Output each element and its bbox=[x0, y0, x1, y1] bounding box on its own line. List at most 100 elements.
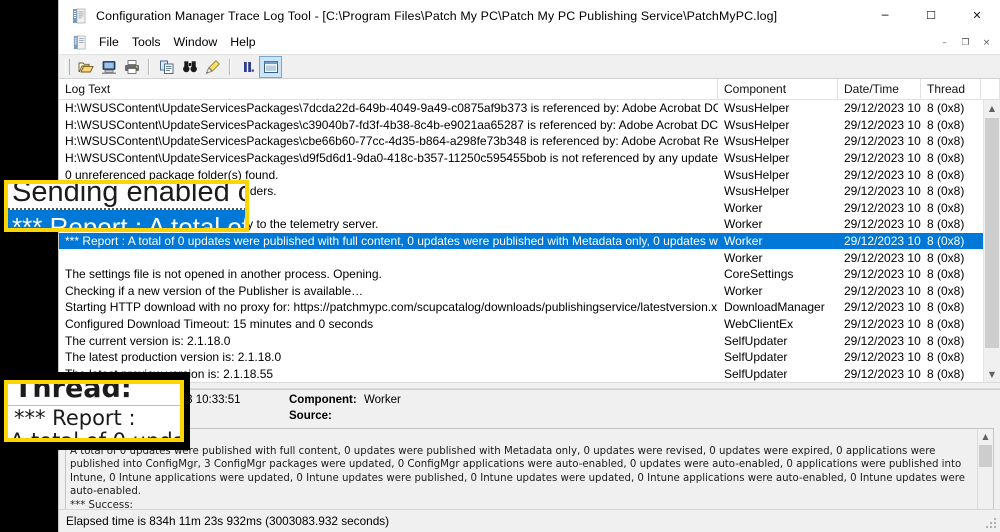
table-row[interactable]: The latest production version is: 2.1.18… bbox=[59, 349, 1000, 366]
mdi-restore-button[interactable]: ❐ bbox=[955, 33, 976, 52]
table-row[interactable]: Configured Download Timeout: 15 minutes … bbox=[59, 316, 1000, 333]
title-bar: Configuration Manager Trace Log Tool - [… bbox=[59, 0, 1000, 31]
cmtrace-window: Configuration Manager Trace Log Tool - [… bbox=[58, 0, 1000, 532]
cell-thread: 8 (0x8) bbox=[927, 317, 965, 332]
column-header-datetime[interactable]: Date/Time bbox=[838, 79, 921, 100]
copy-icon[interactable] bbox=[155, 56, 178, 78]
cell-thread: 8 (0x8) bbox=[927, 350, 965, 365]
cell-log: H:\WSUSContent\UpdateServicesPackages\cb… bbox=[65, 134, 718, 149]
menu-bar: File Tools Window Help – ❐ × bbox=[59, 31, 1000, 54]
cell-log: The current version is: 2.1.18.0 bbox=[65, 333, 231, 348]
cell-component: DownloadManager bbox=[724, 300, 825, 315]
table-row[interactable]: The current version is: 2.1.18.0 SelfUpda… bbox=[59, 332, 1000, 349]
detail-component-label: Component: bbox=[289, 394, 357, 406]
cell-component: Worker bbox=[724, 250, 763, 265]
cell-log: The settings file is not opened in anoth… bbox=[65, 267, 382, 282]
cell-datetime: 29/12/2023 10:33 bbox=[844, 234, 921, 249]
table-row[interactable]: Starting HTTP download with no proxy for… bbox=[59, 299, 1000, 316]
status-text: Elapsed time is 834h 11m 23s 932ms (3003… bbox=[66, 514, 390, 528]
scroll-up-arrow[interactable]: ▲ bbox=[984, 100, 1000, 116]
table-row[interactable]: H:\WSUSContent\UpdateServicesPackages\c3… bbox=[59, 117, 1000, 134]
mdi-minimize-button[interactable]: – bbox=[934, 33, 955, 52]
highlight-icon[interactable] bbox=[201, 56, 224, 78]
cell-component: SelfUpdater bbox=[724, 333, 788, 348]
cell-log: The latest production version is: 2.1.18… bbox=[65, 350, 282, 365]
pane-splitter[interactable] bbox=[59, 382, 1000, 389]
caption-buttons: ─ ☐ ✕ bbox=[862, 0, 1000, 31]
cell-log: H:\WSUSContent\UpdateServicesPackages\c3… bbox=[65, 117, 718, 132]
cell-thread: 8 (0x8) bbox=[927, 167, 965, 182]
magnifier-bottom-line3: A total of 0 upda bbox=[10, 429, 184, 442]
resize-grip[interactable] bbox=[986, 518, 998, 530]
print-icon[interactable] bbox=[120, 56, 143, 78]
menu-file[interactable]: File bbox=[95, 33, 128, 52]
cell-datetime: 29/12/2023 10:33 bbox=[844, 117, 921, 132]
column-header-component[interactable]: Component bbox=[718, 79, 838, 100]
detail-scrollbar-thumb[interactable] bbox=[979, 445, 992, 467]
cell-thread: 8 (0x8) bbox=[927, 151, 965, 166]
log-list-header: Log Text Component Date/Time Thread bbox=[59, 79, 1000, 100]
cell-log: *** Report : A total of 0 updates were p… bbox=[65, 234, 718, 249]
column-header-thread[interactable]: Thread bbox=[921, 79, 981, 100]
log-document-icon bbox=[71, 8, 87, 24]
cell-log: Checking if a new version of the Publish… bbox=[65, 283, 364, 298]
table-row[interactable]: H:\WSUSContent\UpdateServicesPackages\d9… bbox=[59, 150, 1000, 167]
cell-datetime: 29/12/2023 10:33 bbox=[844, 167, 921, 182]
status-bar: Elapsed time is 834h 11m 23s 932ms (3003… bbox=[59, 509, 1000, 532]
cell-thread: 8 (0x8) bbox=[927, 283, 965, 298]
cell-datetime: 29/12/2023 10:33 bbox=[844, 184, 921, 199]
menu-tools[interactable]: Tools bbox=[128, 33, 170, 52]
detail-source-label: Source: bbox=[289, 410, 332, 422]
detail-component-value: Worker bbox=[364, 394, 401, 406]
toolbar-separator-2 bbox=[229, 58, 231, 75]
close-button[interactable]: ✕ bbox=[954, 0, 1000, 31]
error-lookup-icon[interactable] bbox=[259, 55, 282, 78]
table-row[interactable]: The latest preview version is: 2.1.18.55… bbox=[59, 366, 1000, 383]
cell-thread: 8 (0x8) bbox=[927, 333, 965, 348]
cell-log: Starting HTTP download with no proxy for… bbox=[65, 300, 718, 315]
scrollbar-thumb[interactable] bbox=[985, 118, 999, 348]
maximize-button[interactable]: ☐ bbox=[908, 0, 954, 31]
cell-datetime: 29/12/2023 10:33 bbox=[844, 333, 921, 348]
cell-datetime: 29/12/2023 10:33 bbox=[844, 250, 921, 265]
save-icon[interactable] bbox=[97, 56, 120, 78]
cell-component: WsusHelper bbox=[724, 101, 790, 116]
table-row[interactable]: Worker 29/12/2023 10:33 8 (0x8) bbox=[59, 249, 1000, 266]
toolbar-grip[interactable] bbox=[65, 58, 70, 75]
table-row[interactable]: H:\WSUSContent\UpdateServicesPackages\7d… bbox=[59, 100, 1000, 117]
detail-scroll-up-arrow[interactable]: ▲ bbox=[978, 429, 993, 444]
screen: Configuration Manager Trace Log Tool - [… bbox=[0, 0, 1000, 532]
cell-thread: 8 (0x8) bbox=[927, 101, 965, 116]
cell-component: Worker bbox=[724, 283, 763, 298]
column-header-log-text[interactable]: Log Text bbox=[59, 79, 718, 100]
open-file-icon[interactable] bbox=[74, 56, 97, 78]
cell-component: SelfUpdater bbox=[724, 366, 788, 381]
pause-icon[interactable] bbox=[236, 56, 259, 78]
scroll-down-arrow[interactable]: ▼ bbox=[984, 366, 1000, 382]
table-row[interactable]: *** Report : A total of 0 updates were p… bbox=[59, 232, 1000, 250]
toolbar bbox=[59, 54, 1000, 79]
window-title: Configuration Manager Trace Log Tool - [… bbox=[96, 8, 778, 23]
cell-datetime: 29/12/2023 10:33 bbox=[844, 217, 921, 232]
cell-component: CoreSettings bbox=[724, 267, 794, 282]
cell-component: WsusHelper bbox=[724, 151, 790, 166]
cell-datetime: 29/12/2023 10:33 bbox=[844, 283, 921, 298]
cell-thread: 8 (0x8) bbox=[927, 217, 965, 232]
menu-window[interactable]: Window bbox=[170, 33, 227, 52]
cell-datetime: 29/12/2023 10:33 bbox=[844, 350, 921, 365]
mdi-close-button[interactable]: × bbox=[976, 33, 997, 52]
cell-datetime: 29/12/2023 10:33 bbox=[844, 134, 921, 149]
cell-datetime: 29/12/2023 10:33 bbox=[844, 317, 921, 332]
magnifier-top-line2: *** Report : A total of 0 up bbox=[12, 212, 249, 232]
log-list-scrollbar[interactable]: ▲ ▼ bbox=[983, 100, 1000, 382]
mdi-document-icon[interactable] bbox=[72, 35, 87, 50]
minimize-button[interactable]: ─ bbox=[862, 0, 908, 31]
find-icon[interactable] bbox=[178, 56, 201, 78]
cell-component: WsusHelper bbox=[724, 184, 790, 199]
cell-thread: 8 (0x8) bbox=[927, 184, 965, 199]
menu-help[interactable]: Help bbox=[226, 33, 264, 52]
table-row[interactable]: Checking if a new version of the Publish… bbox=[59, 283, 1000, 300]
cell-thread: 8 (0x8) bbox=[927, 234, 965, 249]
table-row[interactable]: The settings file is not opened in anoth… bbox=[59, 266, 1000, 283]
table-row[interactable]: H:\WSUSContent\UpdateServicesPackages\cb… bbox=[59, 133, 1000, 150]
